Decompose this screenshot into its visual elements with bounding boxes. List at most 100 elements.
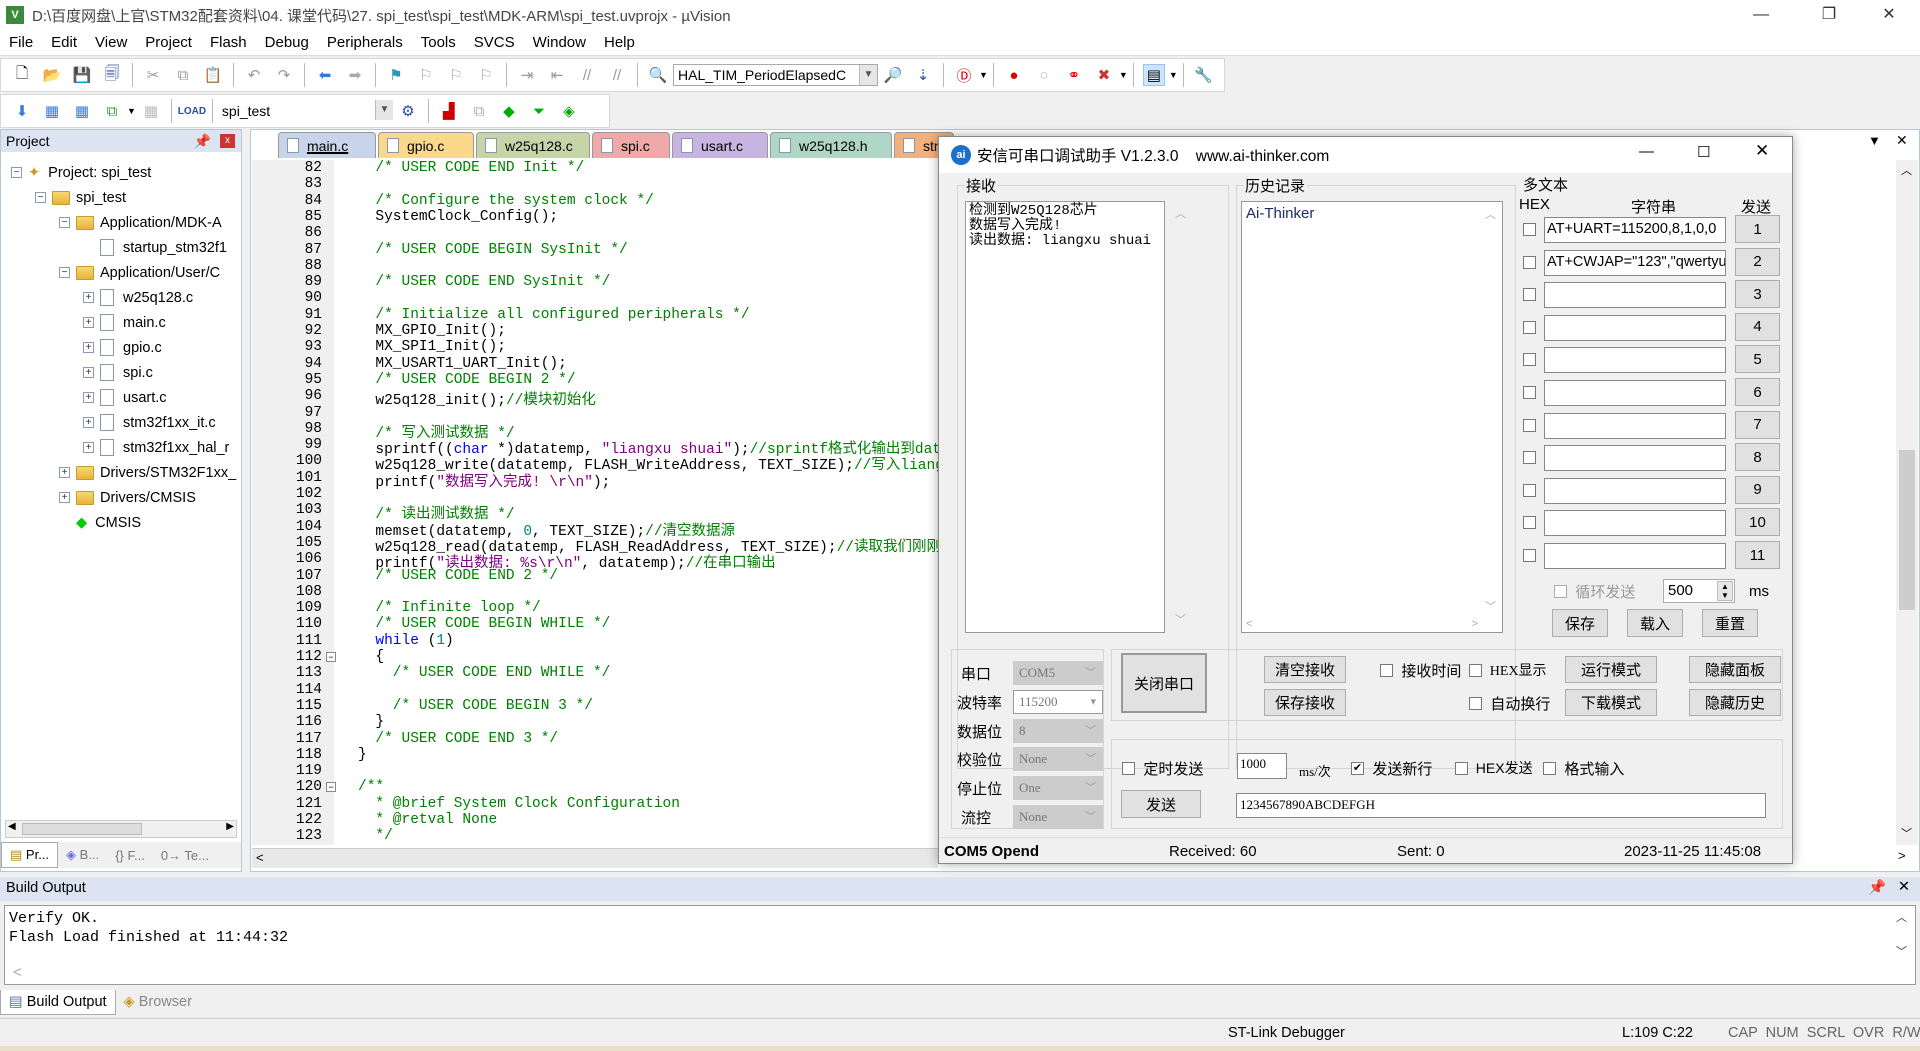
find-icon[interactable]: 🔎 <box>882 64 904 86</box>
tree-item[interactable]: − spi_test <box>35 185 126 210</box>
send-text-input[interactable]: 1234567890ABCDEFGH <box>1236 793 1766 818</box>
code-line[interactable]: /* Initialize all configured peripherals… <box>358 307 749 323</box>
restore-button[interactable]: ❐ <box>1806 0 1852 30</box>
send-row-button[interactable]: 1 <box>1735 215 1780 243</box>
cut-icon[interactable]: ✂ <box>142 64 164 86</box>
send-row-button[interactable]: 7 <box>1735 410 1780 439</box>
hex-checkbox[interactable] <box>1523 255 1536 269</box>
expand-icon[interactable]: + <box>83 292 94 303</box>
multi-text-input[interactable]: AT+CWJAP="123","qwertyu <box>1544 249 1726 276</box>
scroll-right-icon[interactable]: ▶ <box>226 821 234 832</box>
collapse-icon[interactable]: − <box>59 217 70 228</box>
code-line[interactable]: /* Configure the system clock */ <box>358 193 653 209</box>
next-bookmark-icon[interactable]: ⚐ <box>445 64 467 86</box>
code-line[interactable]: SystemClock_Config(); <box>358 209 558 225</box>
batch-build-icon[interactable]: ⧉ <box>101 100 123 122</box>
disable-all-breakpoints-icon[interactable]: ⚭ <box>1063 64 1085 86</box>
collapse-icon[interactable]: − <box>11 167 22 178</box>
multi-text-input[interactable]: AT+UART=115200,8,1,0,0 <box>1544 217 1726 243</box>
breakpoint-icon[interactable]: ● <box>1003 64 1025 86</box>
expand-icon[interactable]: + <box>83 417 94 428</box>
menu-debug[interactable]: Debug <box>256 34 318 51</box>
scroll-down-icon[interactable]: ﹀ <box>1896 944 1907 963</box>
debug-session-icon[interactable]: Ⓓ <box>953 64 975 86</box>
hide-history-button[interactable]: 隐藏历史 <box>1689 689 1781 716</box>
close-button[interactable]: ✕ <box>1866 0 1912 30</box>
tree-item[interactable]: + stm32f1xx_it.c <box>83 410 216 435</box>
tree-item[interactable]: ◆ CMSIS <box>59 510 141 535</box>
timed-interval-input[interactable]: 1000 <box>1237 753 1287 779</box>
dialog-close-button[interactable]: ✕ <box>1755 141 1769 161</box>
menu-edit[interactable]: Edit <box>42 34 86 51</box>
send-row-button[interactable]: 10 <box>1735 508 1780 537</box>
hex-checkbox[interactable] <box>1523 516 1536 530</box>
build-output-text[interactable]: Verify OK. Flash Load finished at 11:44:… <box>4 905 1916 985</box>
expand-icon[interactable]: + <box>59 492 70 503</box>
expand-icon[interactable]: + <box>59 467 70 478</box>
expand-icon[interactable]: + <box>83 442 94 453</box>
indent-icon[interactable]: ⇥ <box>516 64 538 86</box>
scroll-up-icon[interactable]: ︿ <box>1896 910 1907 929</box>
multi-text-input[interactable] <box>1544 543 1726 569</box>
pin-icon[interactable]: 📌 <box>1868 879 1886 896</box>
multi-text-input[interactable] <box>1544 445 1726 472</box>
configure-wrench-icon[interactable]: 🔧 <box>1193 64 1215 86</box>
send-button[interactable]: 发送 <box>1121 790 1201 818</box>
checkbox[interactable] <box>1543 762 1556 775</box>
editor-vertical-scrollbar[interactable]: ︿ ﹀ <box>1896 160 1918 845</box>
loop-send-checkbox[interactable]: 循环发送 <box>1554 581 1635 602</box>
run-mode-button[interactable]: 运行模式 <box>1565 656 1657 683</box>
code-line[interactable]: /* USER CODE BEGIN 2 */ <box>358 372 575 388</box>
port-setting-select[interactable]: 115200 ▾ <box>1013 689 1103 714</box>
download-mode-button[interactable]: 下载模式 <box>1565 689 1657 716</box>
hide-panel-button[interactable]: 隐藏面板 <box>1689 656 1781 683</box>
hex-checkbox[interactable] <box>1523 386 1536 399</box>
scroll-left-icon[interactable]: < <box>1246 618 1252 630</box>
scroll-left-icon[interactable]: ◀ <box>8 821 16 832</box>
manage-rte-icon[interactable]: ◆ <box>498 100 520 122</box>
scroll-right-icon[interactable]: > <box>1472 618 1478 630</box>
tab-main-c[interactable]: main.c <box>278 132 376 158</box>
prev-bookmark-icon[interactable]: ⚐ <box>415 64 437 86</box>
load-download-icon[interactable]: LOAD <box>178 100 206 122</box>
pack-installer-icon[interactable]: ◈ <box>558 100 580 122</box>
expand-icon[interactable]: + <box>83 317 94 328</box>
menu-file[interactable]: File <box>0 34 42 51</box>
multi-text-input[interactable] <box>1544 510 1726 537</box>
scroll-down-icon[interactable]: ﹀ <box>1175 611 1186 627</box>
send-row-button[interactable]: 8 <box>1735 443 1780 472</box>
function-combo[interactable]: HAL_TIM_PeriodElapsedC ▼ <box>673 64 878 86</box>
send-row-button[interactable]: 11 <box>1735 541 1780 569</box>
send-row-button[interactable]: 4 <box>1735 312 1780 341</box>
close-port-button[interactable]: 关闭串口 <box>1121 653 1207 713</box>
history-item[interactable]: Ai-Thinker <box>1246 205 1498 222</box>
tree-item[interactable]: + stm32f1xx_hal_r <box>83 435 229 460</box>
unindent-icon[interactable]: ⇤ <box>546 64 568 86</box>
open-folder-icon[interactable]: 📂 <box>41 64 63 86</box>
tree-item[interactable]: + Drivers/CMSIS <box>59 485 196 510</box>
code-line[interactable]: /* USER CODE END Init */ <box>358 160 584 176</box>
save-receive-button[interactable]: 保存接收 <box>1264 689 1346 716</box>
dropdown-arrow-icon[interactable]: ▼ <box>1119 70 1128 80</box>
hex-checkbox[interactable] <box>1523 418 1536 432</box>
tab-spi-c[interactable]: spi.c <box>592 132 670 158</box>
code-line[interactable]: } <box>358 714 384 730</box>
scroll-right-icon[interactable]: > <box>1898 848 1906 863</box>
bookmark-icon[interactable]: ⚑ <box>385 64 407 86</box>
timed-send-checkbox[interactable]: 定时发送 <box>1122 758 1203 779</box>
checkbox[interactable] <box>1469 663 1482 677</box>
code-line[interactable]: /* USER CODE END WHILE */ <box>358 665 611 681</box>
expand-icon[interactable]: + <box>83 367 94 378</box>
new-file-icon[interactable]: 🗋 <box>11 64 33 86</box>
tree-item[interactable]: + spi.c <box>83 360 153 385</box>
pin-icon[interactable]: 📌 <box>194 130 211 152</box>
format-input-checkbox[interactable]: 格式输入 <box>1543 758 1624 779</box>
hex-checkbox[interactable] <box>1523 353 1536 367</box>
send-row-button[interactable]: 6 <box>1735 378 1780 406</box>
port-setting-select[interactable]: None ﹀ <box>1013 747 1103 772</box>
load-multi-text-button[interactable]: 载入 <box>1627 609 1683 637</box>
code-line[interactable]: printf("数据写入完成! \r\n"); <box>358 470 610 491</box>
send-row-button[interactable]: 3 <box>1735 280 1780 309</box>
reset-multi-text-button[interactable]: 重置 <box>1702 609 1758 637</box>
send-newline-checkbox[interactable]: ✔ 发送新行 <box>1351 758 1432 779</box>
